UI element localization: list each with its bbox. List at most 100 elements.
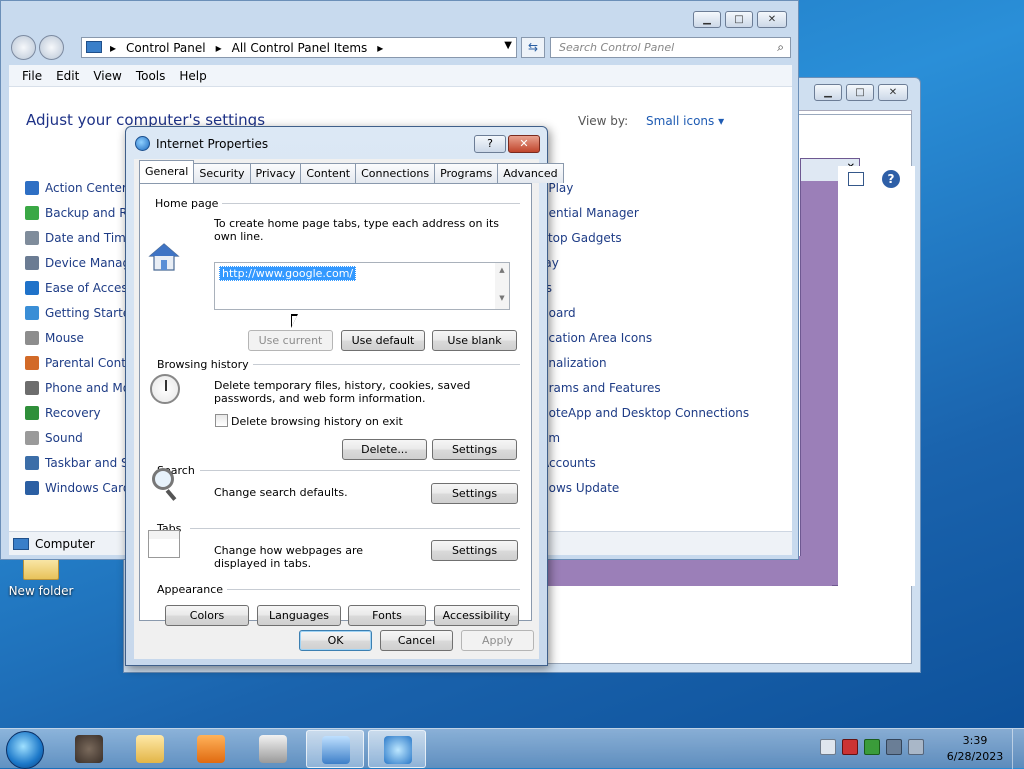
chevron-down-icon[interactable]: ▼ bbox=[504, 40, 512, 51]
tab-security[interactable]: Security bbox=[193, 163, 251, 183]
internet-properties-dialog[interactable]: Internet Properties ? ✕ General Security… bbox=[125, 126, 564, 666]
tab-connections[interactable]: Connections bbox=[355, 163, 436, 183]
menu-tools[interactable]: Tools bbox=[129, 65, 173, 86]
delete-button[interactable]: Delete... bbox=[342, 439, 427, 460]
view-by-dropdown[interactable]: Small icons ▾ bbox=[646, 114, 724, 128]
notes-icon[interactable] bbox=[820, 739, 836, 755]
forward-button[interactable] bbox=[39, 35, 64, 60]
menu-help[interactable]: Help bbox=[172, 65, 213, 86]
tab-content[interactable]: Content bbox=[300, 163, 357, 183]
divider bbox=[240, 364, 520, 365]
control-panel-item[interactable]: lay bbox=[541, 254, 781, 272]
help-button[interactable]: ? bbox=[474, 135, 506, 153]
control-panel-item[interactable]: Device Manager bbox=[25, 254, 131, 272]
control-panel-item[interactable]: Backup and Restore bbox=[25, 204, 131, 222]
tab-programs[interactable]: Programs bbox=[434, 163, 499, 183]
maximize-button[interactable]: □ bbox=[846, 84, 874, 101]
cancel-button[interactable]: Cancel bbox=[380, 630, 453, 651]
use-default-button[interactable]: Use default bbox=[341, 330, 425, 351]
close-button[interactable]: ✕ bbox=[757, 11, 787, 28]
flag-icon[interactable] bbox=[842, 739, 858, 755]
control-panel-item[interactable]: em bbox=[541, 429, 781, 447]
taskbar-app-explorer[interactable] bbox=[121, 730, 179, 768]
search-input[interactable]: Search Control Panel ⌕ bbox=[550, 37, 791, 58]
security-icon[interactable] bbox=[864, 739, 880, 755]
control-panel-item[interactable]: Recovery bbox=[25, 404, 131, 422]
home-page-url-field[interactable]: http://www.google.com/ ▲ ▼ bbox=[214, 262, 510, 310]
control-panel-item[interactable]: dential Manager bbox=[541, 204, 781, 222]
taskbar-clock[interactable]: 3:39 6/28/2023 bbox=[946, 733, 1004, 765]
ok-button[interactable]: OK bbox=[299, 630, 372, 651]
internet-options-icon bbox=[135, 136, 150, 151]
menu-edit[interactable]: Edit bbox=[49, 65, 86, 86]
minimize-button[interactable]: ▁ bbox=[814, 84, 842, 101]
maximize-button[interactable]: □ bbox=[725, 11, 753, 28]
control-panel-item[interactable]: noteApp and Desktop Connections bbox=[541, 404, 781, 422]
home-page-instructions: To create home page tabs, type each addr… bbox=[214, 217, 500, 243]
menu-view[interactable]: View bbox=[86, 65, 128, 86]
control-panel-item[interactable]: Getting Started bbox=[25, 304, 131, 322]
control-panel-item[interactable]: Action Center bbox=[25, 179, 131, 197]
help-icon[interactable]: ? bbox=[882, 170, 900, 188]
show-desktop-button[interactable] bbox=[1012, 729, 1024, 769]
use-current-button[interactable]: Use current bbox=[248, 330, 333, 351]
control-panel-item[interactable]: oPlay bbox=[541, 179, 781, 197]
taskbar-app-control-panel[interactable] bbox=[306, 730, 364, 768]
network-icon[interactable] bbox=[886, 739, 902, 755]
url-scrollbar[interactable]: ▲ ▼ bbox=[495, 263, 509, 309]
search-icon[interactable]: ⌕ bbox=[777, 40, 784, 55]
tabs-settings-button[interactable]: Settings bbox=[431, 540, 518, 561]
control-panel-item-label: Phone and Modem bbox=[45, 381, 131, 395]
minimize-button[interactable]: ▁ bbox=[693, 11, 721, 28]
delete-history-on-exit-checkbox[interactable] bbox=[215, 414, 228, 427]
control-panel-item-label: Action Center bbox=[45, 181, 127, 195]
colors-button[interactable]: Colors bbox=[165, 605, 249, 626]
search-settings-button[interactable]: Settings bbox=[431, 483, 518, 504]
media-player-icon bbox=[197, 735, 225, 763]
taskbar-app-raccoon[interactable] bbox=[60, 730, 118, 768]
menu-file[interactable]: File bbox=[15, 65, 49, 86]
control-panel-item[interactable]: Windows CardSpace bbox=[25, 479, 131, 497]
view-by-value: Small icons bbox=[646, 114, 715, 128]
apply-button[interactable]: Apply bbox=[461, 630, 534, 651]
control-panel-item[interactable]: onalization bbox=[541, 354, 781, 372]
control-panel-item[interactable]: fication Area Icons bbox=[541, 329, 781, 347]
control-panel-item[interactable]: Taskbar and Start Menu bbox=[25, 454, 131, 472]
control-panel-item[interactable]: ktop Gadgets bbox=[541, 229, 781, 247]
fonts-button[interactable]: Fonts bbox=[348, 605, 426, 626]
control-panel-item[interactable]: Ease of Access Center bbox=[25, 279, 131, 297]
browsing-history-settings-button[interactable]: Settings bbox=[432, 439, 517, 460]
control-panel-item[interactable]: Parental Controls bbox=[25, 354, 131, 372]
tabs-icon bbox=[148, 530, 180, 558]
control-panel-item[interactable]: Date and Time bbox=[25, 229, 131, 247]
back-button[interactable] bbox=[11, 35, 36, 60]
tab-privacy[interactable]: Privacy bbox=[249, 163, 302, 183]
refresh-button[interactable]: ⇆ bbox=[521, 37, 545, 58]
control-panel-item[interactable]: Sound bbox=[25, 429, 131, 447]
close-button[interactable]: ✕ bbox=[878, 84, 908, 101]
dialog-close-button[interactable]: ✕ bbox=[508, 135, 540, 153]
taskbar-app-internet-options[interactable] bbox=[368, 730, 426, 768]
tab-advanced[interactable]: Advanced bbox=[497, 163, 564, 183]
delete-history-on-exit-label[interactable]: Delete browsing history on exit bbox=[231, 415, 403, 428]
control-panel-item[interactable]: grams and Features bbox=[541, 379, 781, 397]
control-panel-item[interactable]: Phone and Modem bbox=[25, 379, 131, 397]
accessibility-button[interactable]: Accessibility bbox=[434, 605, 519, 626]
address-bar[interactable]: ▸ Control Panel ▸ All Control Panel Item… bbox=[81, 37, 517, 58]
languages-button[interactable]: Languages bbox=[257, 605, 341, 626]
clock-icon bbox=[25, 231, 39, 245]
taskbar-app-media-player[interactable] bbox=[182, 730, 240, 768]
control-panel-item[interactable]: dows Update bbox=[541, 479, 781, 497]
taskbar-app-archive[interactable] bbox=[244, 730, 302, 768]
layout-icon[interactable] bbox=[848, 172, 864, 186]
control-panel-item[interactable]: Mouse bbox=[25, 329, 131, 347]
breadcrumb-all-items[interactable]: All Control Panel Items bbox=[232, 41, 368, 55]
start-button[interactable] bbox=[6, 731, 44, 769]
tab-general[interactable]: General bbox=[139, 160, 195, 183]
breadcrumb-control-panel[interactable]: Control Panel bbox=[126, 41, 206, 55]
control-panel-item[interactable]: board bbox=[541, 304, 781, 322]
use-blank-button[interactable]: Use blank bbox=[432, 330, 517, 351]
control-panel-item[interactable]: ts bbox=[541, 279, 781, 297]
control-panel-item[interactable]: Accounts bbox=[541, 454, 781, 472]
volume-muted-icon[interactable] bbox=[908, 739, 924, 755]
